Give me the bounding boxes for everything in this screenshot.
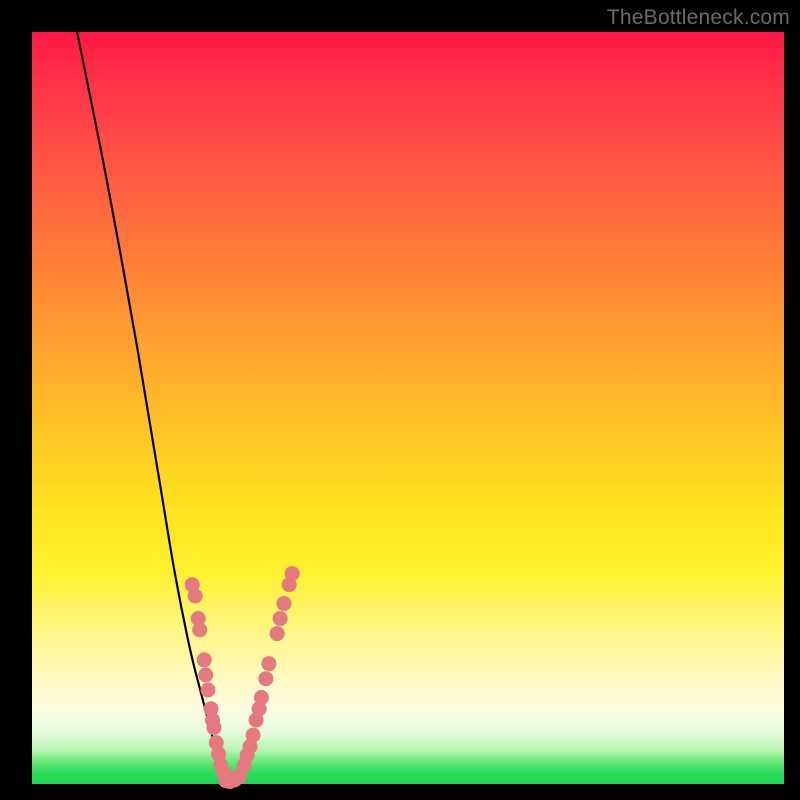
bead-marker (273, 611, 288, 626)
bead-markers (185, 566, 300, 789)
bead-marker (258, 671, 273, 686)
bead-marker (246, 728, 261, 743)
bead-marker (276, 596, 291, 611)
bead-marker (197, 652, 212, 667)
outer-frame: TheBottleneck.com (0, 0, 800, 800)
bead-marker (198, 667, 213, 682)
bead-marker (261, 656, 276, 671)
chart-svg (32, 32, 784, 784)
bead-marker (285, 566, 300, 581)
bead-marker (270, 626, 285, 641)
bead-marker (254, 690, 269, 705)
plot-area (32, 32, 784, 784)
bead-marker (192, 622, 207, 637)
bead-marker (200, 683, 215, 698)
bead-marker (206, 720, 221, 735)
bead-marker (188, 589, 203, 604)
watermark-text: TheBottleneck.com (607, 6, 790, 30)
